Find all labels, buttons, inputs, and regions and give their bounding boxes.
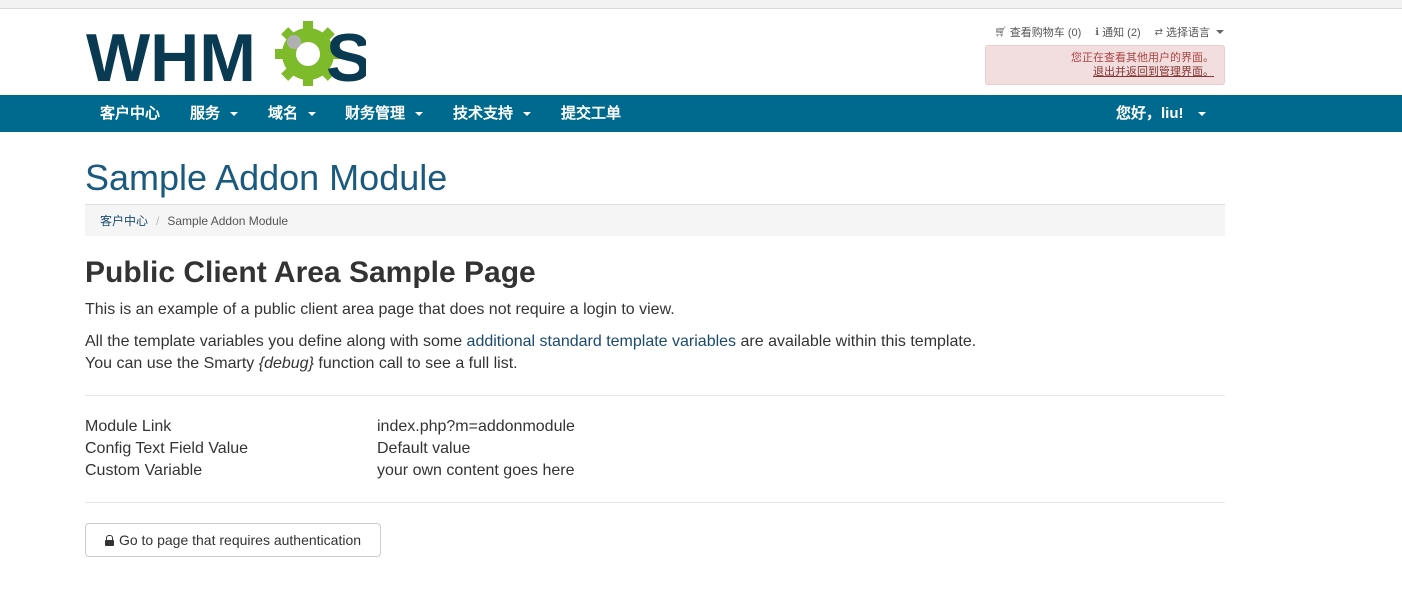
top-links: 🛒︎ 查看购物车 (0) ℹ 通知 (2) ⇄ 选择语言 <box>994 24 1224 40</box>
p3-after: function call to see a full list. <box>313 355 518 372</box>
main-navbar: 客户中心 服务 域名 财务管理 技术支持 提交工单 您好，liu! <box>0 95 1402 132</box>
breadcrumb: 客户中心 / Sample Addon Module <box>85 204 1225 236</box>
detail-value: your own content goes here <box>377 462 575 479</box>
nav-client-area[interactable]: 客户中心 <box>100 95 160 132</box>
detail-row: Custom Variable your own content goes he… <box>85 460 575 482</box>
module-details: Module Link index.php?m=addonmodule Conf… <box>85 416 575 482</box>
alert-message: 您正在查看其他用户的界面。 <box>1071 52 1214 64</box>
standard-template-variables-link[interactable]: additional standard template variables <box>467 333 737 350</box>
nav-billing[interactable]: 财务管理 <box>345 95 424 132</box>
detail-value: Default value <box>377 440 471 457</box>
nav-billing-label: 财务管理 <box>345 105 406 122</box>
nav-services[interactable]: 服务 <box>190 95 239 132</box>
page-title: Sample Addon Module <box>85 157 448 198</box>
lock-icon <box>104 534 114 546</box>
notifications-link[interactable]: ℹ 通知 (2) <box>1095 24 1140 40</box>
browser-top-strip <box>0 0 1402 9</box>
nav-open-ticket[interactable]: 提交工单 <box>561 95 621 132</box>
p2-after: are available within this template. <box>736 333 977 350</box>
chevron-down-icon <box>230 111 239 116</box>
detail-row: Module Link index.php?m=addonmodule <box>85 416 575 438</box>
language-selector[interactable]: ⇄ 选择语言 <box>1155 24 1224 40</box>
chevron-down-icon <box>308 111 317 116</box>
template-variables-text: All the template variables you define al… <box>85 331 976 375</box>
whmcs-logo[interactable]: WHM S <box>86 18 366 86</box>
info-icon: ℹ <box>1095 26 1100 38</box>
chevron-down-icon <box>1197 111 1206 116</box>
admin-masquerade-alert: 您正在查看其他用户的界面。 退出并返回到管理界面。 <box>985 45 1225 85</box>
divider <box>85 395 1225 396</box>
nav-support-label: 技术支持 <box>453 105 514 122</box>
nav-services-label: 服务 <box>190 105 221 122</box>
user-greeting: 您好，liu! <box>1116 105 1184 122</box>
nav-user-menu[interactable]: 您好，liu! <box>1116 95 1206 132</box>
detail-label: Module Link <box>85 418 172 435</box>
notifications-label: 通知 (2) <box>1102 27 1141 39</box>
logo-text-s: S <box>326 20 366 86</box>
p3-before: You can use the Smarty <box>85 355 259 372</box>
chevron-down-icon <box>1216 30 1224 34</box>
breadcrumb-current: Sample Addon Module <box>167 213 289 228</box>
nav-open-ticket-label: 提交工单 <box>561 105 622 122</box>
nav-domains-label: 域名 <box>268 105 299 122</box>
detail-label: Custom Variable <box>85 462 203 479</box>
auth-page-button-label: Go to page that requires authentication <box>118 532 362 548</box>
view-cart-label: 查看购物车 (0) <box>1009 27 1082 39</box>
chevron-down-icon <box>523 111 532 116</box>
nav-domains[interactable]: 域名 <box>268 95 317 132</box>
detail-label: Config Text Field Value <box>85 440 249 457</box>
nav-support[interactable]: 技术支持 <box>453 95 532 132</box>
intro-text: This is an example of a public client ar… <box>85 301 675 318</box>
p2-before: All the template variables you define al… <box>85 333 467 350</box>
breadcrumb-home-link[interactable]: 客户中心 <box>100 212 148 229</box>
breadcrumb-separator: / <box>156 213 160 228</box>
nav-client-area-label: 客户中心 <box>100 105 161 122</box>
language-label: 选择语言 <box>1166 27 1210 39</box>
cart-icon: 🛒︎ <box>994 26 1007 38</box>
auth-page-button[interactable]: Go to page that requires authentication <box>85 523 381 557</box>
detail-row: Config Text Field Value Default value <box>85 438 575 460</box>
chevron-down-icon <box>415 111 424 116</box>
detail-value: index.php?m=addonmodule <box>377 418 575 435</box>
divider <box>85 502 1225 503</box>
debug-code: {debug} <box>258 355 314 372</box>
return-to-admin-link[interactable]: 退出并返回到管理界面。 <box>996 65 1214 79</box>
view-cart-link[interactable]: 🛒︎ 查看购物车 (0) <box>994 24 1081 40</box>
section-heading: Public Client Area Sample Page <box>85 256 536 289</box>
language-icon: ⇄ <box>1154 26 1163 38</box>
logo-text-whm: WHM <box>86 20 256 86</box>
